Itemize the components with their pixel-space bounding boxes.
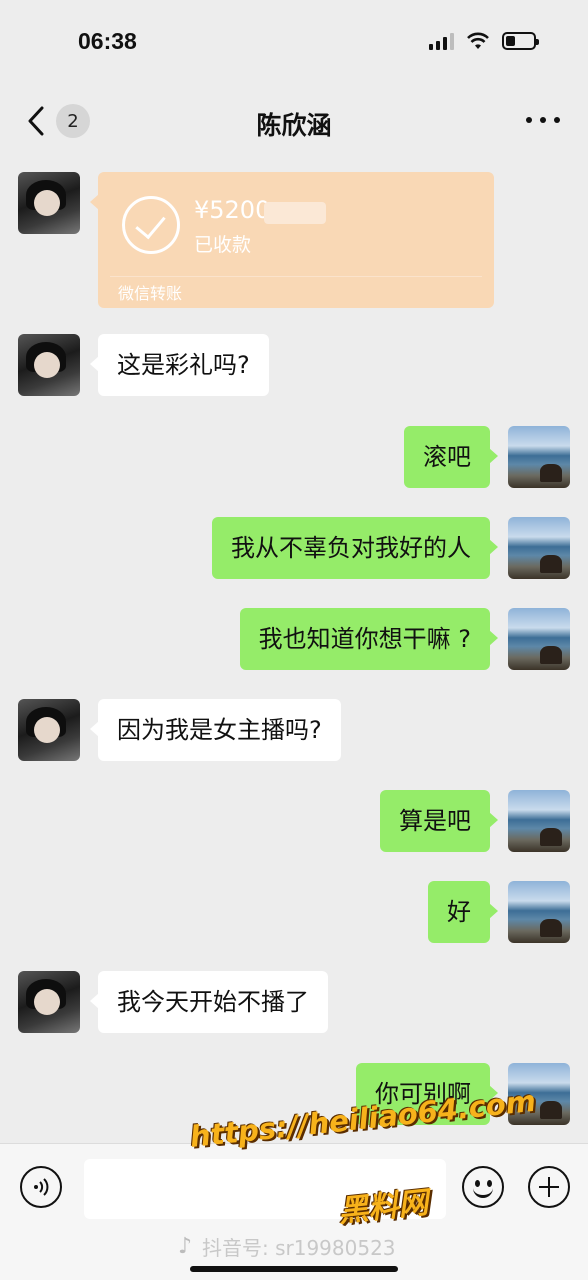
douyin-id: 抖音号: sr19980523 (202, 1236, 396, 1260)
message-bubble[interactable]: 好 (428, 881, 498, 943)
message-bubble[interactable]: 这是彩礼吗? (90, 334, 269, 396)
message-bubble[interactable]: 我从不辜负对我好的人 (212, 517, 498, 579)
signal-icon (429, 32, 454, 50)
battery-icon (502, 32, 539, 50)
transfer-card[interactable]: ¥5200 已收款 微信转账 (90, 172, 494, 308)
douyin-watermark: ♪ 抖音号: sr19980523 (178, 1232, 396, 1261)
transfer-divider (110, 276, 482, 277)
contact-avatar[interactable] (18, 172, 80, 234)
my-avatar[interactable] (508, 608, 570, 670)
message-bubble[interactable]: 我也知道你想干嘛 ? (239, 608, 499, 670)
plus-icon[interactable] (528, 1166, 570, 1208)
status-icons (429, 32, 539, 50)
chat-title: 陈欣涵 (256, 111, 332, 140)
message-bubble[interactable]: 滚吧 (404, 426, 498, 488)
emoji-icon[interactable] (462, 1166, 504, 1208)
status-time: 06:38 (78, 28, 137, 54)
wifi-icon (466, 32, 490, 50)
more-icon[interactable] (526, 110, 560, 130)
contact-avatar[interactable] (18, 699, 80, 761)
message-bubble[interactable]: 因为我是女主播吗? (90, 699, 341, 761)
contact-avatar[interactable] (18, 971, 80, 1033)
check-circle-icon (122, 196, 180, 254)
home-indicator[interactable] (190, 1266, 398, 1272)
status-bar: 06:38 (0, 0, 588, 88)
message-bubble[interactable]: 算是吧 (380, 790, 498, 852)
voice-icon[interactable] (20, 1166, 62, 1208)
chat-header: 2 陈欣涵 (0, 88, 588, 154)
contact-avatar[interactable] (18, 334, 80, 396)
transfer-amount: ¥5200 (194, 196, 271, 224)
message-bubble[interactable]: 我今天开始不播了 (90, 971, 328, 1033)
my-avatar[interactable] (508, 881, 570, 943)
transfer-status: 已收款 (194, 234, 252, 256)
watermark-site: 黑料网 (336, 1185, 430, 1230)
transfer-label: 微信转账 (118, 284, 183, 303)
my-avatar[interactable] (508, 790, 570, 852)
douyin-icon: ♪ (178, 1233, 193, 1259)
my-avatar[interactable] (508, 426, 570, 488)
redaction-blot (264, 202, 326, 224)
my-avatar[interactable] (508, 517, 570, 579)
